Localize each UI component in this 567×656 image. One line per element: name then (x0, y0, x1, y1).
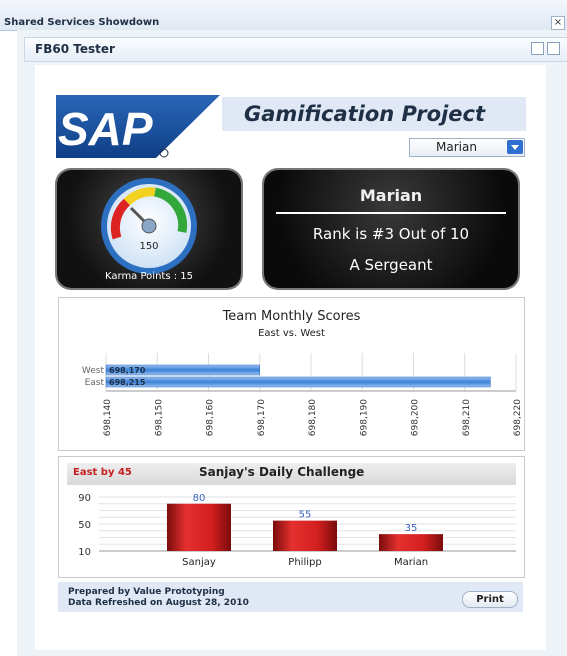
footer: Prepared by Value Prototyping Data Refre… (58, 582, 523, 612)
close-icon[interactable]: × (551, 16, 565, 30)
bar (273, 520, 337, 551)
gauge-value: 150 (139, 241, 159, 252)
rank-text: Rank is #3 Out of 10 (312, 225, 470, 243)
team-scores-chart: 698,140 698,150 698,160 698,170 698,180 698,1… (58, 297, 525, 451)
category-label: West (82, 366, 105, 376)
karma-label: Karma Points : 15 (105, 271, 193, 282)
bar (167, 503, 231, 551)
team-chart-title: Team Monthly Scores (222, 309, 361, 324)
team-chart-subtitle: East vs. West (258, 328, 325, 339)
user-select-value: Marian (436, 140, 477, 154)
category-label: Sanjay (182, 557, 216, 568)
y-tick-label: 10 (78, 547, 91, 558)
daily-challenge-chart: East by 45 Sanjay's Daily Challenge 10 50… (58, 456, 525, 578)
x-tick-label: 698,150 (154, 399, 164, 436)
window-title: Shared Services Showdown (4, 17, 160, 28)
project-title: Gamification Project (244, 102, 486, 126)
x-tick-label: 698,180 (308, 399, 318, 436)
y-tick-label: 50 (78, 520, 91, 531)
gauge-icon (101, 178, 197, 274)
x-tick-label: 698,200 (411, 399, 421, 436)
rank-user-name: Marian (359, 186, 423, 205)
dropdown-arrow-icon[interactable] (507, 140, 523, 154)
data-label: 698,215 (109, 378, 146, 387)
x-tick-label: 698,220 (513, 399, 523, 436)
data-label: 698,170 (109, 366, 146, 375)
x-tick-label: 698,190 (359, 399, 369, 436)
data-label: 80 (193, 493, 206, 504)
panel-minimize-icon[interactable] (547, 42, 560, 55)
x-tick-label: 698,210 (462, 399, 472, 436)
window-titlebar: Shared Services Showdown × (0, 0, 567, 31)
category-label: Philipp (288, 557, 321, 568)
x-tick-label: 698,140 (103, 399, 113, 436)
print-button[interactable]: Print (462, 591, 518, 608)
data-label: 55 (299, 510, 312, 521)
rank-card: Marian Rank is #3 Out of 10 A Sergeant (264, 170, 518, 288)
rank-divider (276, 212, 506, 214)
rank-title: A Sergeant (349, 256, 433, 274)
x-tick-label: 698,160 (206, 399, 216, 436)
prepared-by: Prepared by Value Prototyping (68, 587, 225, 597)
y-tick-label: 90 (78, 493, 91, 504)
category-label: East (85, 378, 105, 388)
x-tick-label: 698,170 (257, 399, 267, 436)
panel-header: FB60 Tester (24, 37, 567, 62)
user-select[interactable]: Marian (409, 138, 525, 157)
bar (379, 534, 443, 551)
category-label: Marian (394, 557, 428, 568)
challenge-plot: 10 50 90 80 Sanjay 55 Philipp 35 Marian (78, 493, 516, 568)
sap-logo: SAP (56, 95, 220, 158)
sap-logo-text: SAP (58, 103, 153, 155)
refresh-date: Data Refreshed on August 28, 2010 (68, 598, 249, 608)
panel-title: FB60 Tester (35, 42, 115, 56)
bar (105, 376, 491, 388)
data-label: 35 (405, 523, 418, 534)
karma-card: 150 Karma Points : 15 (57, 170, 241, 288)
panel-menu-icon[interactable] (531, 42, 544, 55)
